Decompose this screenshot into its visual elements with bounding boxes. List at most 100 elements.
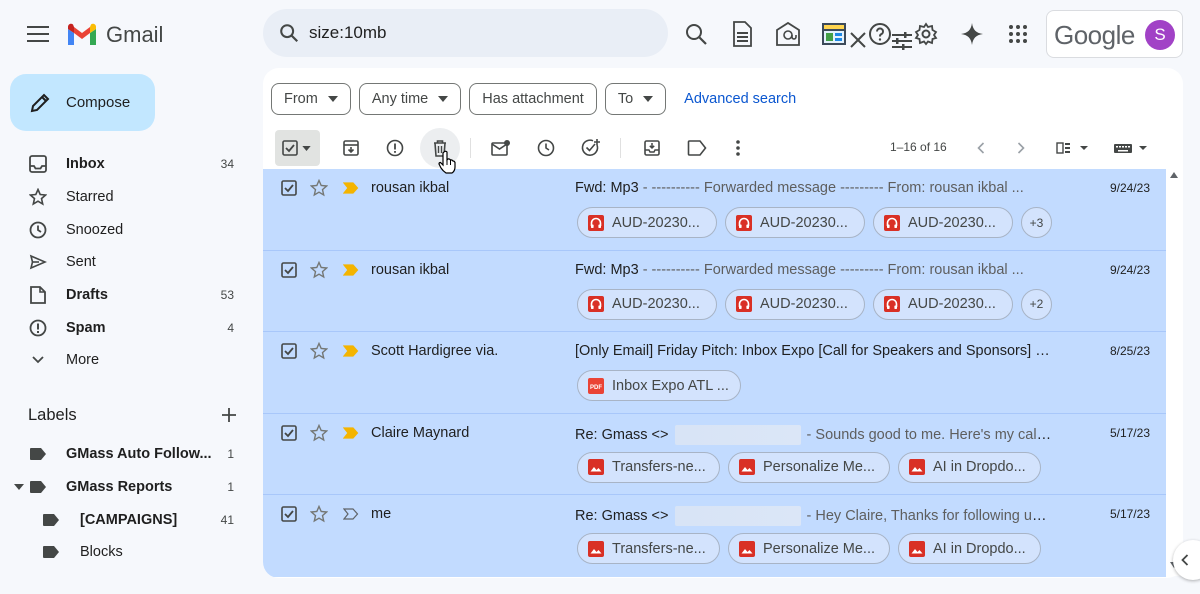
label-item-campaigns[interactable]: [CAMPAIGNS] 41 xyxy=(0,503,250,536)
sidebar-item-snoozed[interactable]: Snoozed xyxy=(0,213,250,246)
image-file-icon xyxy=(588,540,604,557)
importance-marker-icon[interactable] xyxy=(343,427,359,439)
calendar-panel-icon[interactable] xyxy=(814,14,854,54)
filter-to[interactable]: To xyxy=(604,83,667,115)
account-box[interactable]: Google S xyxy=(1046,10,1183,58)
gemini-sparkle-icon[interactable] xyxy=(952,14,992,54)
select-all-checkbox[interactable] xyxy=(275,130,320,166)
email-row[interactable]: me Re: Gmass <> - Hey Claire, Thanks for… xyxy=(263,495,1166,577)
label-icon[interactable] xyxy=(685,136,709,160)
attachment-chip[interactable]: Transfers-ne... xyxy=(577,533,720,565)
attachment-chip[interactable]: AUD-20230... xyxy=(577,207,717,238)
document-icon[interactable] xyxy=(722,14,762,54)
move-to-icon[interactable] xyxy=(640,136,664,160)
email-snippet: - ---------- Forwarded message ---------… xyxy=(638,261,1024,278)
apps-grid-icon[interactable] xyxy=(998,14,1038,54)
row-checkbox[interactable] xyxy=(281,424,297,441)
archive-icon[interactable] xyxy=(339,136,363,160)
image-file-icon xyxy=(909,540,925,557)
chevron-right-icon[interactable] xyxy=(1009,136,1033,160)
sidebar-item-count: 34 xyxy=(220,157,234,172)
email-subject-line: Re: Gmass <> - Sounds good to me. Here's… xyxy=(575,424,1053,445)
report-spam-icon[interactable] xyxy=(383,136,407,160)
sidebar-item-sent[interactable]: Sent xyxy=(0,246,250,279)
spam-icon xyxy=(28,318,48,338)
attachment-chip[interactable]: AI in Dropdo... xyxy=(898,451,1041,483)
snooze-icon[interactable] xyxy=(534,136,558,160)
mail-at-icon[interactable] xyxy=(768,14,808,54)
filter-has-attachment[interactable]: Has attachment xyxy=(469,83,597,115)
caret-down-icon xyxy=(643,96,654,102)
importance-marker-icon[interactable] xyxy=(343,508,359,520)
gmail-logo[interactable]: Gmail xyxy=(66,20,163,50)
caret-down-icon[interactable] xyxy=(14,484,24,491)
email-row[interactable]: rousan ikbal Fwd: Mp3 - ---------- Forwa… xyxy=(263,250,1166,333)
email-row[interactable]: Claire Maynard Re: Gmass <> - Sounds goo… xyxy=(263,413,1166,496)
attachment-chip[interactable]: Personalize Me... xyxy=(728,533,890,565)
sidebar-item-spam[interactable]: Spam 4 xyxy=(0,311,250,344)
row-checkbox[interactable] xyxy=(281,506,297,523)
more-vert-icon[interactable] xyxy=(726,136,750,160)
label-tag-icon xyxy=(43,513,59,526)
attachment-chip[interactable]: PDF Inbox Expo ATL ... xyxy=(577,370,741,402)
importance-marker-icon[interactable] xyxy=(343,345,359,357)
star-icon xyxy=(28,187,48,207)
email-row[interactable]: rousan ikbal Fwd: Mp3 - ---------- Forwa… xyxy=(263,169,1166,251)
attachment-chip[interactable]: AUD-20230... xyxy=(873,288,1013,320)
star-icon[interactable] xyxy=(310,505,328,523)
search-icon[interactable] xyxy=(676,14,716,54)
add-label-icon[interactable] xyxy=(220,406,238,424)
attachment-chip[interactable]: AUD-20230... xyxy=(577,288,717,320)
help-icon[interactable] xyxy=(860,14,900,54)
label-item-gmass-auto-followup[interactable]: GMass Auto Follow... 1 xyxy=(0,438,250,471)
vertical-scrollbar[interactable] xyxy=(1166,170,1182,576)
scroll-up-icon[interactable] xyxy=(1170,172,1178,178)
more-attachments-badge[interactable]: +2 xyxy=(1021,288,1052,320)
attachment-chip[interactable]: AUD-20230... xyxy=(873,207,1013,238)
chevron-left-icon[interactable] xyxy=(969,136,993,160)
label-item-blocks[interactable]: Blocks xyxy=(0,536,250,569)
importance-marker-icon[interactable] xyxy=(343,182,359,194)
attachment-chip[interactable]: Personalize Me... xyxy=(728,451,890,483)
attachment-name: AUD-20230... xyxy=(612,296,700,313)
mail-panel: From Any time Has attachment To Advanced… xyxy=(263,68,1183,578)
chevron-left-icon xyxy=(1181,554,1189,566)
input-tools-icon[interactable] xyxy=(1111,136,1151,160)
filter-from[interactable]: From xyxy=(271,83,351,115)
star-icon[interactable] xyxy=(310,260,328,279)
email-row[interactable]: Scott Hardigree via. [Only Email] Friday… xyxy=(263,332,1166,414)
attachment-chip[interactable]: AI in Dropdo... xyxy=(898,533,1041,565)
email-sender: Claire Maynard xyxy=(371,424,470,441)
mark-unread-icon[interactable] xyxy=(489,136,513,160)
settings-icon[interactable] xyxy=(906,14,946,54)
row-checkbox[interactable] xyxy=(281,261,297,278)
clock-icon xyxy=(28,220,48,240)
add-task-icon[interactable] xyxy=(579,136,603,160)
split-pane-icon[interactable] xyxy=(1053,136,1093,160)
search-icon[interactable] xyxy=(277,21,301,45)
advanced-search-link[interactable]: Advanced search xyxy=(684,91,796,107)
attachment-chip[interactable]: AUD-20230... xyxy=(725,288,865,320)
search-bar[interactable] xyxy=(263,9,912,57)
search-input[interactable] xyxy=(309,18,579,48)
label-item-gmass-reports[interactable]: GMass Reports 1 xyxy=(0,471,250,504)
sidebar-item-more[interactable]: More xyxy=(0,344,250,377)
more-attachments-badge[interactable]: +3 xyxy=(1021,207,1052,238)
sidebar-item-inbox[interactable]: Inbox 34 xyxy=(0,148,250,181)
compose-button[interactable]: Compose xyxy=(10,74,155,131)
star-icon[interactable] xyxy=(310,179,328,197)
sidebar-item-starred[interactable]: Starred xyxy=(0,181,250,214)
star-icon[interactable] xyxy=(310,342,328,360)
attachment-chip[interactable]: Transfers-ne... xyxy=(577,451,720,483)
row-checkbox[interactable] xyxy=(281,343,297,359)
sidebar-item-drafts[interactable]: Drafts 53 xyxy=(0,279,250,312)
attachment-name: AUD-20230... xyxy=(760,214,848,231)
avatar[interactable]: S xyxy=(1145,20,1175,50)
importance-marker-icon[interactable] xyxy=(343,263,359,276)
attachment-chip[interactable]: AUD-20230... xyxy=(725,207,865,238)
attachment-name: Transfers-ne... xyxy=(612,459,706,476)
main-menu-icon[interactable] xyxy=(20,18,56,50)
row-checkbox[interactable] xyxy=(281,180,297,196)
filter-any-time[interactable]: Any time xyxy=(358,83,462,115)
star-icon[interactable] xyxy=(310,423,328,442)
